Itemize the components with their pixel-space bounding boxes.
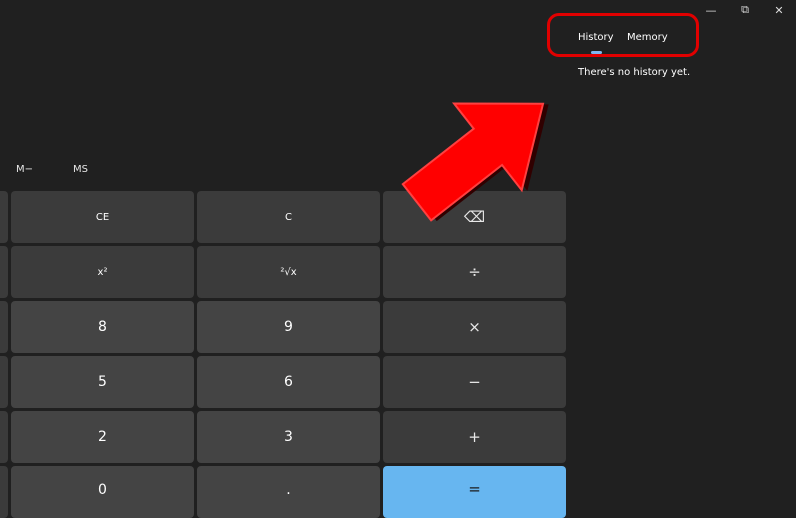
red-arrow-annotation <box>401 102 549 222</box>
key-partial-left[interactable] <box>0 246 8 298</box>
tab-history[interactable]: History <box>578 32 614 43</box>
add-button[interactable]: + <box>383 411 566 463</box>
key-partial-left[interactable] <box>0 466 8 518</box>
key-partial-left[interactable] <box>0 301 8 353</box>
decimal-button[interactable]: . <box>197 466 380 518</box>
minimize-icon[interactable]: — <box>694 0 728 20</box>
digit-0-button[interactable]: 0 <box>11 466 194 518</box>
key-partial-left[interactable] <box>0 411 8 463</box>
key-partial-left[interactable] <box>0 191 8 243</box>
history-memory-tabs-highlight: History Memory <box>547 13 699 57</box>
clear-button[interactable]: C <box>197 191 380 243</box>
digit-6-button[interactable]: 6 <box>197 356 380 408</box>
digit-8-button[interactable]: 8 <box>11 301 194 353</box>
digit-3-button[interactable]: 3 <box>197 411 380 463</box>
subtract-button[interactable]: − <box>383 356 566 408</box>
square-button[interactable]: x² <box>11 246 194 298</box>
key-partial-left[interactable] <box>0 356 8 408</box>
digit-2-button[interactable]: 2 <box>11 411 194 463</box>
history-empty-message: There's no history yet. <box>578 67 691 78</box>
tab-memory[interactable]: Memory <box>627 32 668 43</box>
memory-store-button[interactable]: MS <box>73 164 88 175</box>
digit-9-button[interactable]: 9 <box>197 301 380 353</box>
divide-button[interactable]: ÷ <box>383 246 566 298</box>
restore-icon[interactable]: ⧉ <box>728 0 762 20</box>
square-root-button[interactable]: ²√x <box>197 246 380 298</box>
digit-5-button[interactable]: 5 <box>11 356 194 408</box>
equals-button[interactable]: = <box>383 466 566 518</box>
close-icon[interactable]: ✕ <box>762 0 796 20</box>
window-controls: — ⧉ ✕ <box>694 0 796 20</box>
clear-entry-button[interactable]: CE <box>11 191 194 243</box>
memory-subtract-button[interactable]: M− <box>16 164 33 175</box>
active-tab-indicator <box>591 51 602 54</box>
arrow-body <box>401 102 545 222</box>
multiply-button[interactable]: × <box>383 301 566 353</box>
